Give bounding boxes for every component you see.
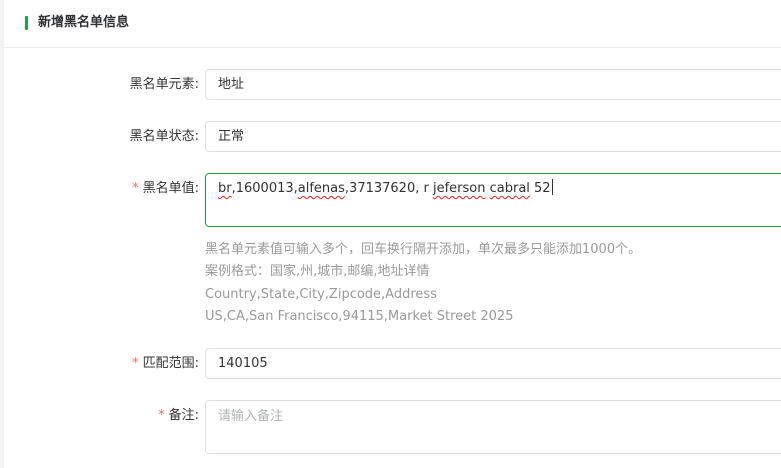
hint-line: 黑名单元素值可输入多个，回车换行隔开添加，单次最多只能添加1000个。	[205, 242, 642, 257]
element-select[interactable]: 地址	[205, 69, 781, 100]
text-segment: 52	[529, 181, 551, 196]
left-edge	[0, 0, 4, 468]
remark-label: * 备注:	[158, 407, 199, 425]
misspelled-word: cabral	[489, 181, 530, 196]
required-mark: *	[132, 356, 139, 371]
remark-textarea[interactable]: 请输入备注	[205, 400, 781, 454]
remark-placeholder: 请输入备注	[218, 409, 284, 424]
value-textarea[interactable]: br,1600013,alfenas,37137620, r jeferson …	[205, 173, 781, 227]
status-select[interactable]: 正常	[205, 121, 781, 152]
match-range-value: 140105	[218, 356, 268, 371]
hint-line: Country,State,City,Zipcode,Address	[205, 287, 437, 302]
hint-line: US,CA,San Francisco,94115,Market Street …	[205, 309, 514, 324]
misspelled-word: alfenas	[297, 181, 345, 196]
text-segment: ,37137620, r	[344, 181, 433, 196]
required-mark: *	[132, 181, 139, 196]
remark-label-text: 备注:	[168, 408, 199, 423]
value-label: * 黑名单值:	[132, 180, 199, 198]
match-range-input[interactable]: 140105	[205, 348, 781, 379]
page-title: 新增黑名单信息	[38, 15, 130, 30]
match-range-label: * 匹配范围:	[132, 355, 199, 373]
text-caret	[551, 179, 553, 195]
required-mark: *	[158, 408, 165, 423]
page: 新增黑名单信息 黑名单元素: 地址 黑名单状态: 正常 * 黑名单值: br,16…	[0, 0, 781, 468]
hint-line: 案例格式：国家,州,城市,邮编,地址详情	[205, 264, 430, 279]
form-header: 新增黑名单信息	[4, 0, 781, 48]
text-segment: ,1600013,	[231, 181, 298, 196]
match-range-label-text: 匹配范围:	[142, 356, 199, 371]
element-value: 地址	[218, 77, 245, 92]
misspelled-word: jeferson	[432, 181, 486, 196]
title-accent-bar	[25, 16, 28, 30]
element-label: 黑名单元素:	[129, 77, 199, 92]
status-value: 正常	[218, 129, 245, 144]
value-label-text: 黑名单值:	[142, 181, 199, 196]
misspelled-word: br	[218, 181, 232, 196]
status-label: 黑名单状态:	[129, 129, 199, 144]
value-textarea-content: br,1600013,alfenas,37137620, r jeferson …	[218, 179, 553, 198]
